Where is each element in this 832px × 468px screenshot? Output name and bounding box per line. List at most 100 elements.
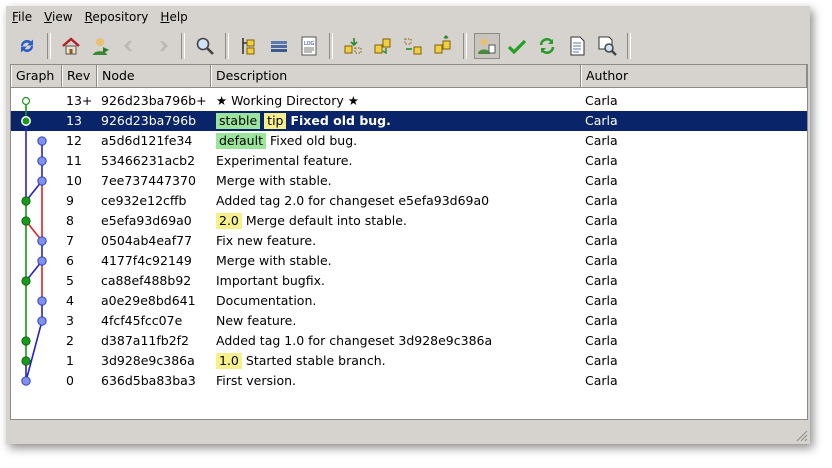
search-button[interactable]: [192, 33, 218, 59]
zoom-document-icon: [598, 36, 617, 56]
table-row[interactable]: 5 ca88ef488b92 Important bugfix. Carla: [11, 271, 807, 291]
graph-node: [21, 116, 31, 126]
menu-help[interactable]: Help: [154, 6, 193, 28]
resize-grip-icon[interactable]: [794, 428, 808, 442]
menu-view[interactable]: View: [38, 6, 78, 28]
node-cell: 4177f4c92149: [101, 253, 192, 268]
graph-node: [21, 216, 31, 226]
toolbar-separator: [463, 33, 467, 59]
rev-cell: 3: [66, 313, 74, 328]
table-row[interactable]: 11 53466231acb2 Experimental feature. Carla: [11, 151, 807, 171]
table-row[interactable]: 0 636d5ba83ba3 First version. Carla: [11, 371, 807, 391]
author-cell: Carla: [585, 113, 618, 128]
table-row[interactable]: 10 7ee737447370 Merge with stable. Carla: [11, 171, 807, 191]
revision-graph: [21, 96, 47, 386]
description-text: New feature.: [216, 313, 297, 328]
description-text: Started stable branch.: [245, 353, 386, 368]
graph-node: [37, 176, 47, 186]
author-cell: Carla: [585, 93, 618, 108]
sync-button[interactable]: [534, 33, 560, 59]
rev-cell: 13: [66, 113, 82, 128]
branch-filter-button[interactable]: [236, 33, 262, 59]
revision-table[interactable]: Graph Rev Node Description Author 13+ 926…: [10, 64, 808, 420]
node-cell: e5efa93d69a0: [101, 213, 192, 228]
pull-icon: [374, 38, 391, 55]
menu-file[interactable]: File: [6, 6, 38, 28]
description-cell: default Fixed old bug.: [216, 131, 357, 151]
node-cell: a5d6d121fe34: [101, 133, 193, 148]
node-cell: 4fcf45fcc07e: [101, 313, 183, 328]
table-row[interactable]: 7 0504ab4eaf77 Fix new feature. Carla: [11, 231, 807, 251]
rev-cell: 1: [66, 353, 74, 368]
node-cell: d387a11fb2f2: [101, 333, 190, 348]
column-author[interactable]: Author: [581, 65, 807, 87]
rev-cell: 7: [66, 233, 74, 248]
author-cell: Carla: [585, 213, 618, 228]
status-bar: [6, 420, 810, 444]
table-row[interactable]: 1 3d928e9c386a 1.0 Started stable branch. Ca…: [11, 351, 807, 371]
document-icon: [570, 36, 585, 56]
search-icon: [196, 37, 214, 55]
stack-icon: [271, 41, 287, 52]
menu-accelerator: V: [44, 10, 53, 24]
table-row[interactable]: 9 ce932e12cffb Added tag 2.0 for changeset…: [11, 191, 807, 211]
description-cell: 2.0 Merge default into stable.: [216, 211, 407, 231]
description-text: Added tag 2.0 for changeset e5efa93d69a0: [216, 193, 490, 208]
push-icon: [434, 35, 451, 54]
table-row[interactable]: 3 4fcf45fcc07e New feature. Carla: [11, 311, 807, 331]
description-text: Important bugfix.: [216, 273, 325, 288]
stack-button[interactable]: [266, 33, 292, 59]
goto-button[interactable]: [88, 33, 114, 59]
menu-label: elp: [169, 10, 188, 24]
column-graph[interactable]: Graph: [11, 65, 62, 87]
node-cell: 0504ab4eaf77: [101, 233, 193, 248]
user-filter-icon: [478, 38, 496, 54]
toolbar-separator: [329, 33, 333, 59]
table-row[interactable]: 13+ 926d23ba796b+ ★ Working Directory ★ Car…: [11, 91, 807, 111]
graph-node: [21, 196, 31, 206]
document-button[interactable]: [564, 33, 590, 59]
menu-repository[interactable]: Repository: [79, 6, 155, 28]
rev-cell: 10: [66, 173, 82, 188]
author-cell: Carla: [585, 313, 618, 328]
user-filter-button[interactable]: [474, 33, 500, 59]
description-cell: 1.0 Started stable branch.: [216, 351, 386, 371]
graph-node: [37, 296, 47, 306]
table-row[interactable]: 13 926d23ba796b stable tip Fixed old bug. Car…: [11, 111, 807, 131]
column-node[interactable]: Node: [97, 65, 211, 87]
graph-node: [37, 156, 47, 166]
sync-icon: [539, 38, 555, 54]
checkmark-button[interactable]: [504, 33, 530, 59]
graph-node: [21, 336, 31, 346]
back-arrow-button: [118, 33, 144, 59]
incoming-icon: [344, 38, 362, 54]
rev-cell: 2: [66, 333, 74, 348]
column-description[interactable]: Description: [211, 65, 581, 87]
table-row[interactable]: 8 e5efa93d69a0 2.0 Merge default into stabl…: [11, 211, 807, 231]
svg-text:LOG: LOG: [304, 41, 315, 47]
description-text: Added tag 1.0 for changeset 3d928e9c386a: [216, 333, 493, 348]
table-row[interactable]: 2 d387a11fb2f2 Added tag 1.0 for changeset…: [11, 331, 807, 351]
zoom-document-button[interactable]: [594, 33, 620, 59]
author-cell: Carla: [585, 333, 618, 348]
toolbar-separator: [47, 33, 51, 59]
toolbar: LOG: [6, 28, 810, 64]
push-button[interactable]: [430, 33, 456, 59]
incoming-button[interactable]: [340, 33, 366, 59]
table-row[interactable]: 4 a0e29e8bd641 Documentation. Carla: [11, 291, 807, 311]
table-row[interactable]: 12 a5d6d121fe34 default Fixed old bug. Carla: [11, 131, 807, 151]
log-button[interactable]: LOG: [296, 33, 322, 59]
branch-tag-badge: stable: [216, 113, 261, 129]
column-rev[interactable]: Rev: [62, 65, 97, 87]
table-row[interactable]: 6 4177f4c92149 Merge with stable. Carla: [11, 251, 807, 271]
home-button[interactable]: [58, 33, 84, 59]
node-cell: ce932e12cffb: [101, 193, 187, 208]
node-cell: 926d23ba796b: [101, 113, 197, 128]
description-cell: Experimental feature.: [216, 151, 352, 171]
graph-node: [21, 376, 31, 386]
refresh-button[interactable]: [14, 33, 40, 59]
description-text: ★ Working Directory ★: [216, 93, 359, 108]
toolbar-separator: [225, 33, 229, 59]
pull-button[interactable]: [370, 33, 396, 59]
outgoing-button[interactable]: [400, 33, 426, 59]
